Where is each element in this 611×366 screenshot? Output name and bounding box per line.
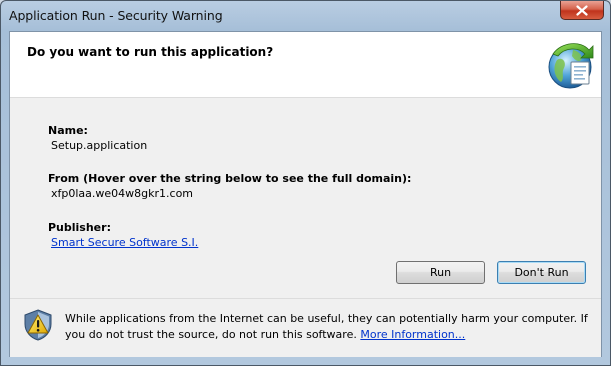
- close-icon: [576, 4, 588, 16]
- from-label: From (Hover over the string below to see…: [48, 172, 412, 185]
- more-information-link[interactable]: More Information...: [360, 328, 465, 341]
- run-button[interactable]: Run: [396, 261, 485, 284]
- warning-text: While applications from the Internet can…: [65, 312, 588, 341]
- publisher-label: Publisher:: [48, 221, 111, 234]
- run-question: Do you want to run this application?: [27, 45, 274, 59]
- window-title: Application Run - Security Warning: [9, 8, 223, 23]
- dont-run-button[interactable]: Don't Run: [497, 261, 586, 284]
- name-value: Setup.application: [51, 139, 148, 152]
- warning-message: While applications from the Internet can…: [65, 311, 590, 343]
- close-button[interactable]: [560, 1, 604, 20]
- warning-shield-icon: [24, 309, 52, 341]
- security-warning-dialog: Application Run - Security Warning Do yo…: [0, 0, 611, 366]
- name-label: Name:: [48, 124, 88, 137]
- from-value[interactable]: xfp0laa.we04w8gkr1.com: [51, 187, 193, 200]
- publisher-link[interactable]: Smart Secure Software S.I.: [51, 236, 198, 249]
- dialog-body: Do you want to run this application? Nam…: [9, 31, 602, 357]
- warning-footer: While applications from the Internet can…: [10, 298, 601, 357]
- dialog-header: Do you want to run this application?: [10, 32, 601, 98]
- title-bar[interactable]: Application Run - Security Warning: [1, 1, 610, 31]
- application-globe-icon: [548, 43, 594, 89]
